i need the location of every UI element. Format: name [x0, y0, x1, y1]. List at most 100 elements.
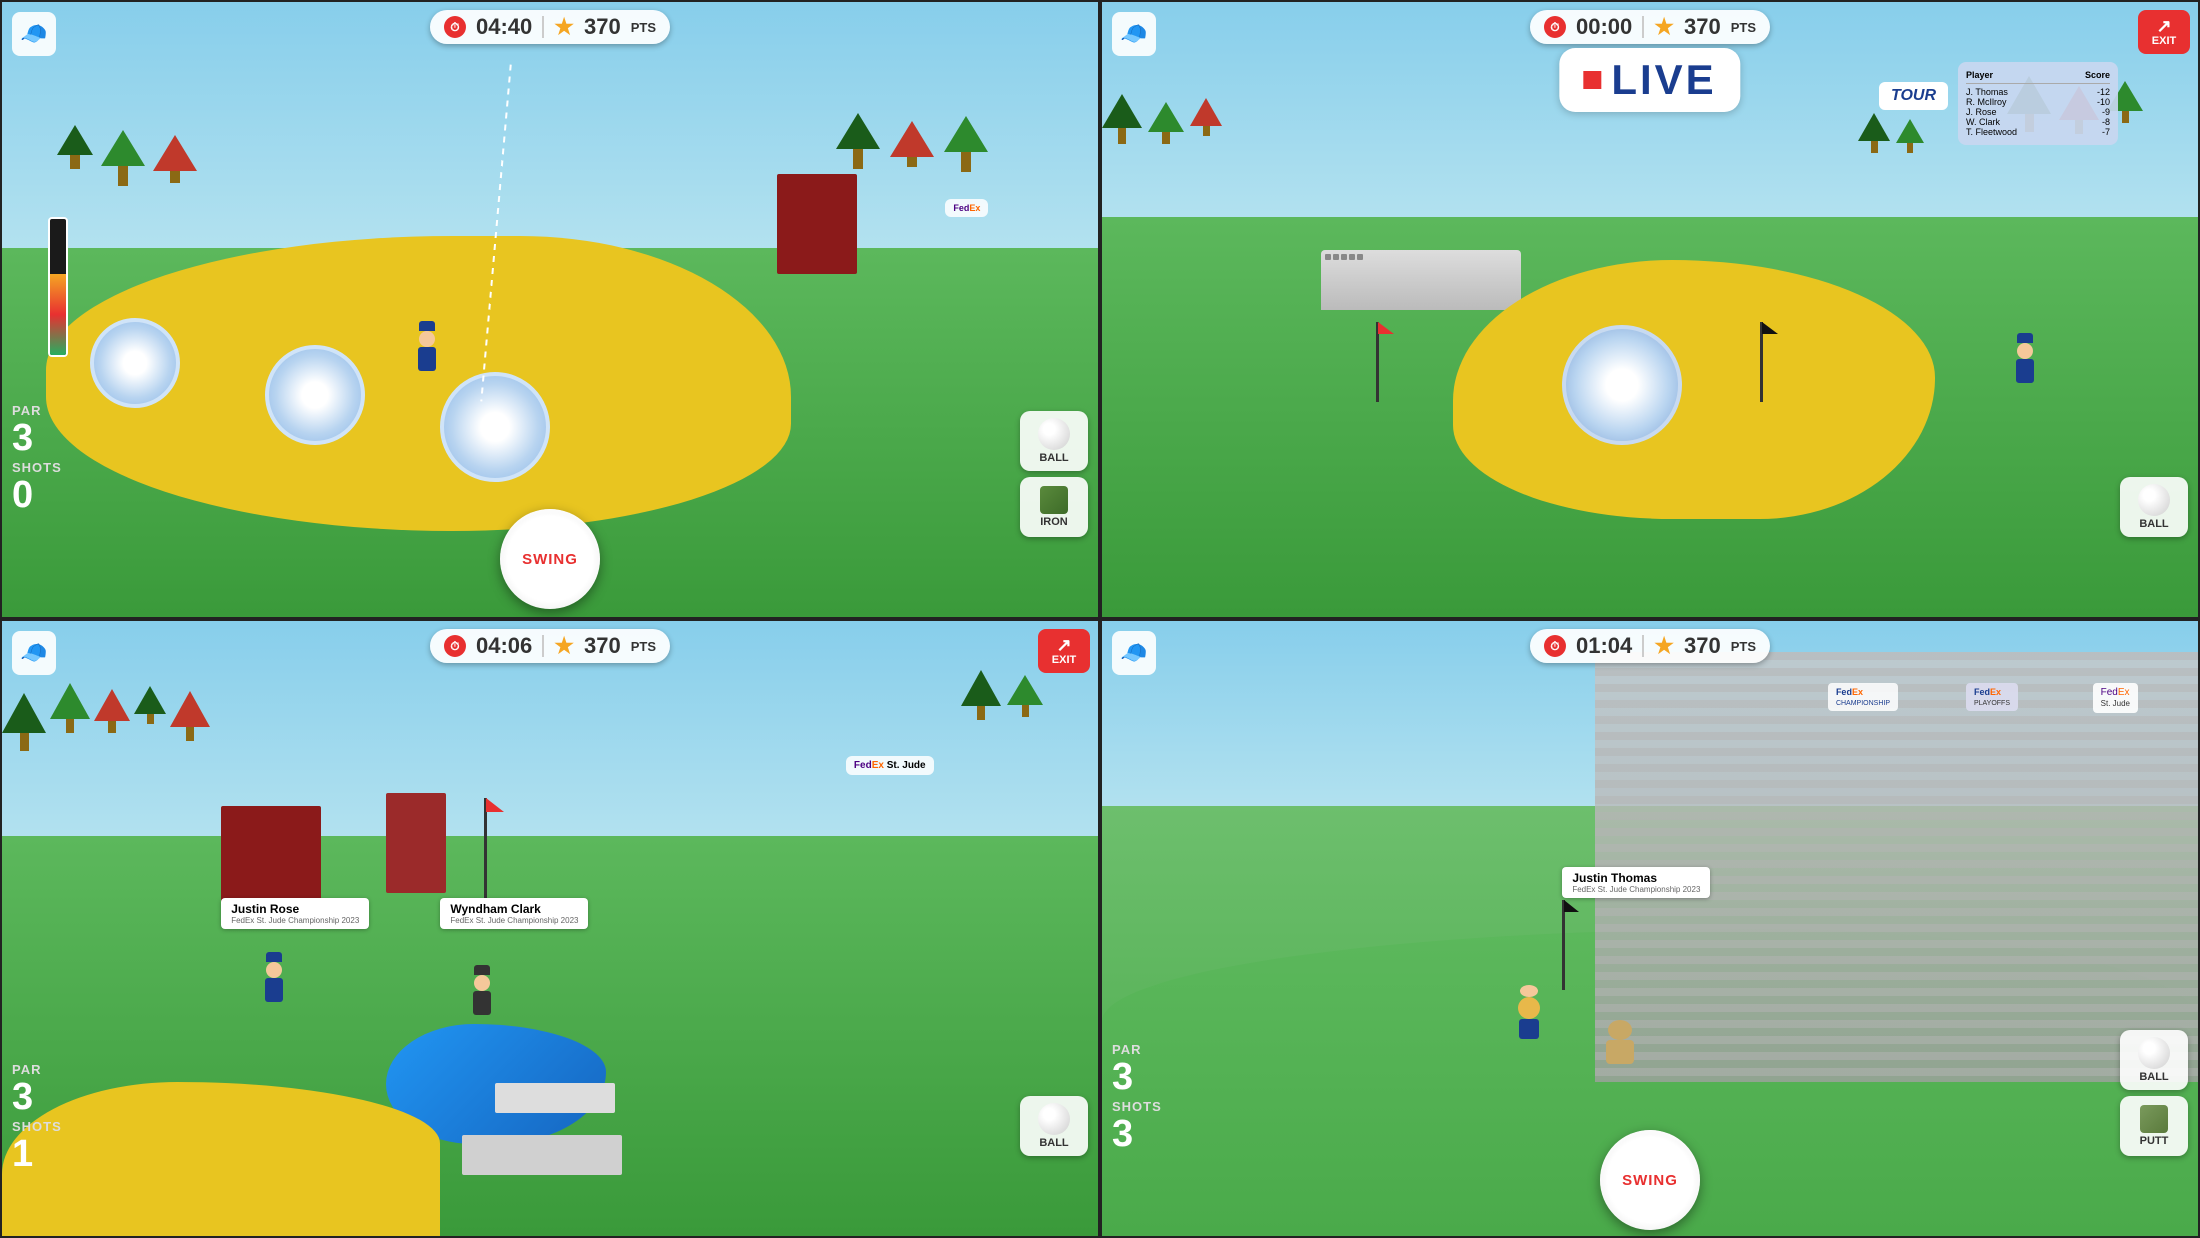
q3-player2-char	[473, 965, 491, 1015]
q1-iron-icon	[1040, 486, 1068, 514]
q3-timer-icon: ⏱	[444, 635, 466, 657]
q4-ball-button[interactable]: BALL	[2120, 1030, 2188, 1090]
q3-pts: PTS	[631, 639, 656, 654]
q4-putt-label: PUTT	[2140, 1135, 2169, 1147]
q3-flag	[484, 798, 487, 898]
q3-trees-left-bg	[2, 683, 210, 751]
q2-lb-name-1: J. Thomas	[1966, 87, 2008, 97]
q2-lb-name-5: T. Fleetwood	[1966, 127, 2017, 137]
q3-trees-right-bg	[961, 670, 1043, 720]
q3-shots-value: 1	[12, 1134, 62, 1176]
q2-lb-header: Player Score	[1966, 70, 2110, 84]
quadrant-top-left: FedEx ⏱ 04:40	[0, 0, 1100, 619]
q1-shots-value: 0	[12, 475, 62, 517]
q4-player-hat: 🧢	[1112, 631, 1156, 675]
q3-score: 370	[584, 633, 621, 659]
q4-star-icon: ★	[1654, 633, 1674, 659]
q3-exit-label: EXIT	[1052, 654, 1076, 666]
q2-lb-score-col: Score	[2085, 70, 2110, 80]
q3-shots-label: SHOTS	[12, 1119, 62, 1134]
q2-live-dot	[1583, 71, 1601, 89]
q3-player1-sub: FedEx St. Jude Championship 2023	[231, 916, 359, 925]
q1-score: 370	[584, 14, 621, 40]
q3-building-2	[386, 793, 446, 893]
quadrant-bottom-right: FedEx St. Jude FedEx PLAYOFFS FedEx CHAM…	[1100, 619, 2200, 1238]
q1-swing-label: SWING	[522, 551, 578, 568]
q1-par-shots: PAR 3 SHOTS 0	[12, 403, 62, 517]
q3-player2-tag: Wyndham Clark FedEx St. Jude Championshi…	[440, 898, 588, 929]
q3-fedex-banner: FedEx St. Jude	[846, 756, 934, 775]
q4-par-value: 3	[1112, 1057, 1162, 1099]
q2-lb-row-2: R. McIlroy -10	[1966, 97, 2110, 107]
q3-par-value: 3	[12, 1077, 62, 1119]
q2-star-icon: ★	[1654, 14, 1674, 40]
q2-ball-button[interactable]: BALL	[2120, 477, 2188, 537]
q1-hole-3	[440, 372, 550, 482]
game-grid: FedEx ⏱ 04:40	[0, 0, 2200, 1238]
q2-ball-icon	[2138, 484, 2170, 516]
q4-par-label: PAR	[1112, 1042, 1162, 1057]
q2-trees-mid	[1858, 113, 1924, 153]
q1-building	[777, 174, 857, 274]
q3-player-hat: 🧢	[12, 631, 56, 675]
q2-exit-arrow-icon: ↗	[2156, 17, 2171, 35]
q2-lb-score-2: -10	[2097, 97, 2110, 107]
q3-background: FedEx St. Jude Justin Rose FedEx St. Jud…	[2, 621, 1098, 1236]
q3-player1-name: Justin Rose	[231, 902, 359, 916]
q4-player-name: Justin Thomas	[1572, 871, 1700, 885]
q1-par-value: 3	[12, 418, 62, 460]
q4-swing-button[interactable]: SWING	[1600, 1130, 1700, 1230]
q4-fedex-2: FedEx PLAYOFFS	[1966, 683, 2018, 711]
q3-hud-top: ⏱ 04:06 ★ 370 PTS	[430, 629, 670, 663]
q4-shots-label: SHOTS	[1112, 1099, 1162, 1114]
q2-lb-score-4: -8	[2102, 117, 2110, 127]
q2-lb-score-1: -12	[2097, 87, 2110, 97]
q4-score: 370	[1684, 633, 1721, 659]
q2-lb-row-3: J. Rose -9	[1966, 107, 2110, 117]
q2-side-buttons: BALL	[2120, 477, 2188, 537]
q4-timer-icon: ⏱	[1544, 635, 1566, 657]
q1-par-label: PAR	[12, 403, 62, 418]
q2-lb-player-col: Player	[1966, 70, 1993, 80]
q3-player1-char	[265, 952, 283, 1002]
q1-hole-1	[90, 318, 180, 408]
q1-swing-button[interactable]: SWING	[500, 509, 600, 609]
q2-leaderboard: Player Score J. Thomas -12 R. McIlroy -1…	[1958, 62, 2118, 145]
q1-side-buttons: BALL IRON	[1020, 411, 1088, 537]
q2-lb-score-3: -9	[2102, 107, 2110, 117]
q1-fedex-sign: FedEx	[945, 199, 988, 217]
q1-ball-button[interactable]: BALL	[1020, 411, 1088, 471]
q1-iron-label: IRON	[1040, 516, 1068, 528]
q4-side-buttons: BALL PUTT	[2120, 1030, 2188, 1156]
q2-divider	[1642, 16, 1644, 38]
q2-grandstand-left	[1321, 250, 1521, 310]
q2-ball-label: BALL	[2139, 518, 2168, 530]
q2-lb-name-4: W. Clark	[1966, 117, 2000, 127]
q2-lb-row-5: T. Fleetwood -7	[1966, 127, 2110, 137]
q2-hole-area	[1453, 260, 1935, 518]
q1-iron-button[interactable]: IRON	[1020, 477, 1088, 537]
q3-player1-tag: Justin Rose FedEx St. Jude Championship …	[221, 898, 369, 929]
q3-par-label: PAR	[12, 1062, 62, 1077]
q2-trees-left	[1102, 94, 1222, 144]
q3-exit-button[interactable]: ↗ EXIT	[1038, 629, 1090, 673]
q4-putt-button[interactable]: PUTT	[2120, 1096, 2188, 1156]
q1-hole-2	[265, 345, 365, 445]
q3-walkway	[462, 1135, 622, 1175]
q1-trees-right	[836, 113, 988, 172]
q1-star-icon: ★	[554, 14, 574, 40]
q4-hud-top: ⏱ 01:04 ★ 370 PTS	[1530, 629, 1770, 663]
q2-exit-button[interactable]: ↗ EXIT	[2138, 10, 2190, 54]
q1-power-fill	[50, 274, 66, 356]
q4-shots-value: 3	[1112, 1114, 1162, 1156]
q2-pts: PTS	[1731, 20, 1756, 35]
q3-bridge	[495, 1083, 615, 1113]
q4-player-sub: FedEx St. Jude Championship 2023	[1572, 885, 1700, 894]
q3-ball-button[interactable]: BALL	[1020, 1096, 1088, 1156]
q2-flag-left	[1376, 322, 1379, 402]
q2-lb-row-1: J. Thomas -12	[1966, 87, 2110, 97]
q4-pts: PTS	[1731, 639, 1756, 654]
q3-side-buttons: BALL	[1020, 1096, 1088, 1156]
q4-ball-icon	[2138, 1037, 2170, 1069]
q4-swing-label: SWING	[1622, 1172, 1678, 1189]
